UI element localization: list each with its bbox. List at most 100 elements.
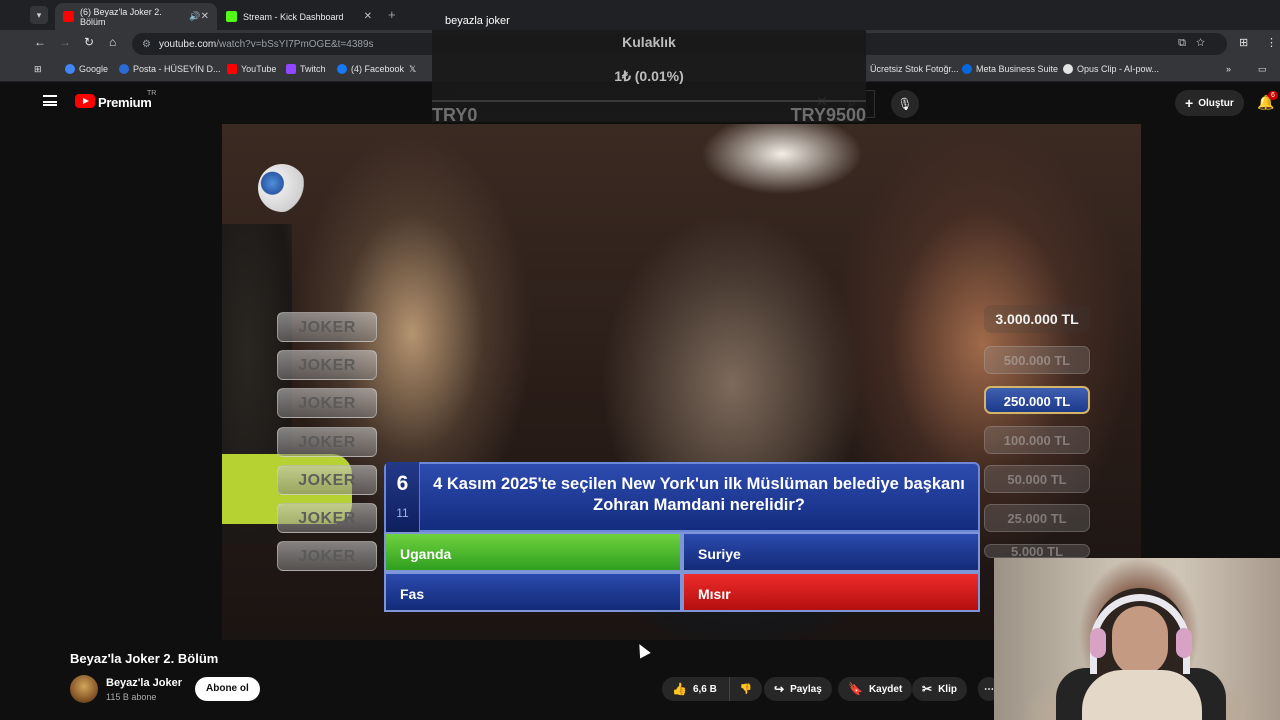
bookmark-youtube[interactable]: YouTube <box>227 64 276 74</box>
search-input[interactable]: beyazla joker <box>445 15 510 27</box>
question-counter: 6 11 <box>386 462 420 532</box>
kanal-d-logo-icon <box>258 164 306 212</box>
url-path: /watch?v=bSsYI7PmOGE&t=4389s <box>216 38 374 50</box>
channel-name[interactable]: Beyaz'la Joker <box>106 677 182 689</box>
bookmark-label: Google <box>79 64 109 74</box>
thumbs-down-icon: 👎 <box>739 683 753 695</box>
youtube-icon <box>227 64 237 74</box>
money-step: 25.000 TL <box>984 504 1090 532</box>
subscriber-count: 115 B abone <box>106 692 157 702</box>
mouse-cursor-icon <box>634 641 651 659</box>
speaker-icon[interactable]: 🔊 <box>189 11 200 22</box>
reload-icon[interactable]: ↻ <box>84 35 94 49</box>
share-group: ↪ Paylaş <box>764 677 832 701</box>
tab-youtube[interactable]: (6) Beyaz'la Joker 2. Bölüm 🔊 ✕ <box>55 3 217 30</box>
youtube-logo-icon[interactable] <box>75 94 95 108</box>
tab-search-button[interactable]: ▾ <box>30 6 48 24</box>
browser-tab-strip: ▾ (6) Beyaz'la Joker 2. Bölüm 🔊 ✕ Stream… <box>0 0 1280 30</box>
bookmark-label: Ücretsiz Stok Fotoğr... <box>870 64 959 74</box>
like-count: 6,6 B <box>692 683 717 695</box>
home-icon[interactable]: ⌂ <box>109 35 116 49</box>
share-label: Paylaş <box>790 683 822 695</box>
donation-goal-overlay: Kulaklık 1₺ (0.01%) TRY0 TRY9500 <box>432 30 866 125</box>
bookmark-facebook[interactable]: (4) Facebook <box>337 64 404 74</box>
joker-badge: JOKER <box>277 350 377 380</box>
more-bookmarks-icon[interactable]: » <box>1226 64 1231 74</box>
new-tab-icon[interactable]: + <box>388 7 396 22</box>
answer-option-d: Mısır <box>682 572 980 612</box>
install-and-bookmark-icons[interactable]: ⧉☆ <box>1178 37 1215 50</box>
goal-amount: 1₺ (0.01%) <box>614 68 684 84</box>
webcam-overlay <box>994 558 1280 720</box>
share-icon: ↪ <box>774 682 785 696</box>
question-number: 6 <box>396 472 409 495</box>
menu-icon[interactable] <box>43 95 57 106</box>
joker-badge: JOKER <box>277 388 377 418</box>
headset-ear-right <box>1176 628 1192 658</box>
tab-kick[interactable]: Stream - Kick Dashboard ✕ <box>218 3 380 30</box>
scissors-icon: ✂ <box>922 682 933 696</box>
back-icon[interactable]: ← <box>34 35 46 49</box>
money-step: 5.000 TL <box>984 544 1090 558</box>
like-dislike-group: 👍 6,6 B 👎 <box>662 677 763 701</box>
kick-favicon-icon <box>226 11 237 22</box>
region-code: TR <box>147 90 157 97</box>
clip-button[interactable]: ✂ Klip <box>912 677 967 701</box>
site-info-icon[interactable]: ⚙ <box>142 39 151 50</box>
bookmark-meta[interactable]: Meta Business Suite <box>962 64 1058 74</box>
goal-min: TRY0 <box>432 105 478 125</box>
save-button[interactable]: 🔖 Kaydet <box>838 677 913 701</box>
video-title: Beyaz'la Joker 2. Bölüm <box>70 651 219 666</box>
share-button[interactable]: ↪ Paylaş <box>764 677 832 701</box>
dislike-button[interactable]: 👎 <box>728 677 763 701</box>
money-step: 100.000 TL <box>984 426 1090 454</box>
goal-title: Kulaklık <box>622 34 676 50</box>
bookmark-stock-photos[interactable]: Ücretsiz Stok Fotoğr... <box>870 64 959 74</box>
bookmark-icon: 🔖 <box>848 682 863 696</box>
subscribe-button[interactable]: Abone ol <box>195 677 260 701</box>
answer-option-b: Suriye <box>682 532 980 572</box>
money-step: 500.000 TL <box>984 346 1090 374</box>
like-button[interactable]: 👍 6,6 B <box>662 677 729 701</box>
money-step-current: 250.000 TL <box>984 386 1090 414</box>
extensions-icon[interactable]: ⊞ <box>1239 36 1248 49</box>
google-icon <box>65 64 75 74</box>
money-step: 50.000 TL <box>984 465 1090 493</box>
tab-label: Stream - Kick Dashboard <box>243 11 344 22</box>
bookmark-google[interactable]: Google <box>65 64 108 74</box>
facebook-icon <box>337 64 347 74</box>
close-tab-icon[interactable]: ✕ <box>201 11 209 22</box>
bookmark-posta[interactable]: Posta - HÜSEYİN D... <box>119 64 221 74</box>
clip-label: Klip <box>938 683 957 695</box>
forward-icon[interactable]: → <box>59 35 71 49</box>
youtube-favicon-icon <box>63 11 74 22</box>
question-total: 11 <box>396 506 409 520</box>
url-host: youtube.com <box>158 38 217 50</box>
tab-label: (6) Beyaz'la Joker 2. Bölüm <box>80 6 162 27</box>
apps-icon[interactable]: ⊞ <box>34 64 42 75</box>
bookmark-twitch[interactable]: Twitch <box>286 64 326 74</box>
microphone-icon[interactable]: 🎙 <box>891 90 919 118</box>
money-step-top: 3.000.000 TL <box>984 305 1090 333</box>
plus-icon: + <box>1185 95 1194 111</box>
headset-ear-left <box>1090 628 1106 658</box>
save-group: 🔖 Kaydet <box>838 677 913 701</box>
bookmark-x[interactable]: 𝕏 <box>409 64 416 75</box>
profile-icon[interactable]: ⋮ <box>1266 36 1277 49</box>
joker-badge: JOKER <box>277 312 377 342</box>
answer-option-a: Uganda <box>384 532 682 572</box>
channel-avatar[interactable] <box>70 675 98 703</box>
joker-badge: JOKER <box>277 427 377 457</box>
close-tab-icon[interactable]: ✕ <box>364 11 372 22</box>
goal-max: TRY9500 <box>790 105 866 125</box>
create-button[interactable]: + Oluştur <box>1175 90 1244 116</box>
youtube-premium-logo[interactable]: Premium <box>98 95 152 110</box>
bookmark-label: YouTube <box>241 64 277 74</box>
joker-badge: JOKER <box>277 541 377 571</box>
bookmark-opus[interactable]: Opus Clip - AI-pow... <box>1063 64 1159 74</box>
save-label: Kaydet <box>868 683 903 695</box>
folder-icon[interactable]: ▭ <box>1258 64 1267 75</box>
mail-icon <box>119 64 129 74</box>
bookmark-label: (4) Facebook <box>351 64 405 74</box>
bookmark-label: Posta - HÜSEYİN D... <box>133 64 221 74</box>
